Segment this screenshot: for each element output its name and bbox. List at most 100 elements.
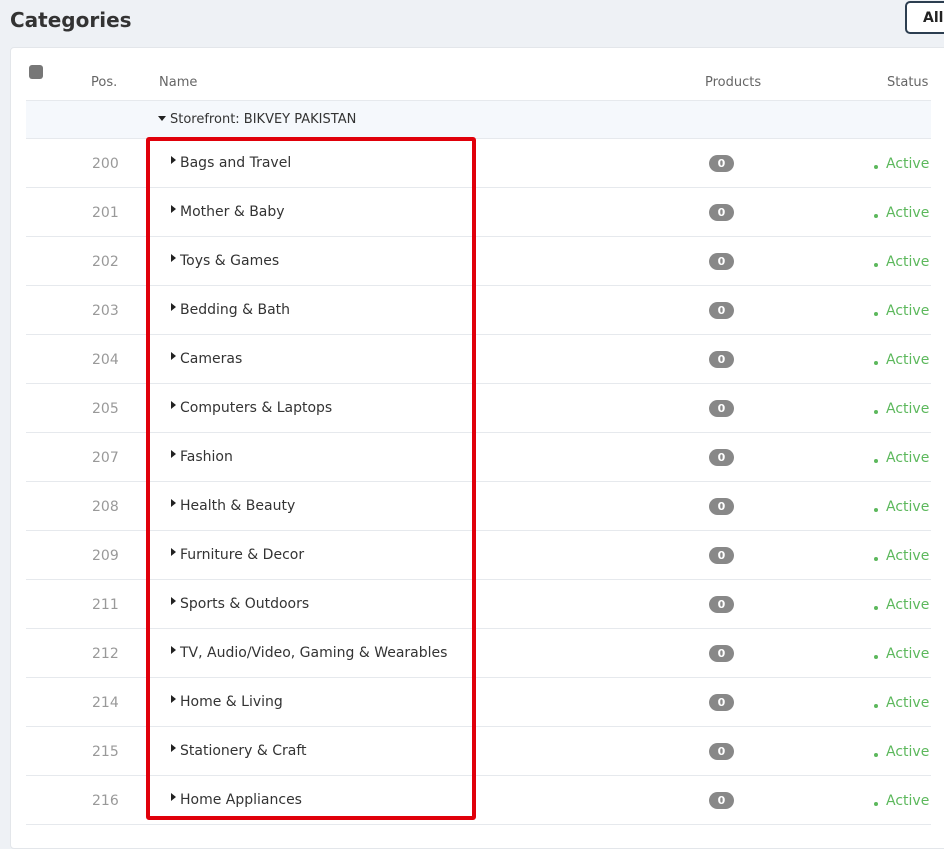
status-label[interactable]: Active (886, 303, 929, 319)
products-count-badge: 0 (709, 743, 734, 760)
categories-table: Pos. Name Products Status Storefront: BI… (26, 48, 931, 825)
status-label[interactable]: Active (886, 401, 929, 417)
category-name-link[interactable]: TV, Audio/Video, Gaming & Wearables (180, 645, 447, 661)
category-name-link[interactable]: Home Appliances (180, 792, 302, 808)
table-row[interactable]: 216 Home Appliances 0 Active (26, 776, 931, 825)
status-dot-icon (874, 410, 878, 414)
status-label[interactable]: Active (886, 450, 929, 466)
status-dot-icon (874, 214, 878, 218)
table-row[interactable]: 209 Furniture & Decor 0 Active (26, 531, 931, 580)
status-dot-icon (874, 508, 878, 512)
category-name-link[interactable]: Bedding & Bath (180, 302, 290, 318)
products-count-badge: 0 (709, 204, 734, 221)
category-name-link[interactable]: Toys & Games (180, 253, 279, 269)
table-row[interactable]: 212 TV, Audio/Video, Gaming & Wearables 0 A… (26, 629, 931, 678)
page-title: Categories (10, 8, 132, 32)
row-pos: 204 (92, 352, 119, 368)
products-count-badge: 0 (709, 351, 734, 368)
status-label[interactable]: Active (886, 695, 929, 711)
status-label[interactable]: Active (886, 548, 929, 564)
status-label[interactable]: Active (886, 205, 929, 221)
category-name-link[interactable]: Health & Beauty (180, 498, 295, 514)
table-row[interactable]: 205 Computers & Laptops 0 Active (26, 384, 931, 433)
caret-right-icon[interactable] (171, 744, 176, 752)
status-label[interactable]: Active (886, 744, 929, 760)
caret-right-icon[interactable] (171, 793, 176, 801)
category-name-link[interactable]: Sports & Outdoors (180, 596, 309, 612)
table-row[interactable]: 200 Bags and Travel 0 Active (26, 139, 931, 188)
caret-right-icon[interactable] (171, 303, 176, 311)
status-dot-icon (874, 263, 878, 267)
status-label[interactable]: Active (886, 156, 929, 172)
row-pos: 201 (92, 205, 119, 221)
categories-panel: Pos. Name Products Status Storefront: BI… (10, 47, 944, 849)
column-pos[interactable]: Pos. (91, 75, 117, 90)
column-name[interactable]: Name (159, 75, 197, 90)
status-dot-icon (874, 361, 878, 365)
caret-right-icon[interactable] (171, 401, 176, 409)
category-name-link[interactable]: Fashion (180, 449, 233, 465)
category-name-link[interactable]: Home & Living (180, 694, 283, 710)
table-row[interactable]: 201 Mother & Baby 0 Active (26, 188, 931, 237)
column-products[interactable]: Products (705, 75, 761, 90)
caret-right-icon[interactable] (171, 646, 176, 654)
status-label[interactable]: Active (886, 793, 929, 809)
products-count-badge: 0 (709, 694, 734, 711)
caret-right-icon[interactable] (171, 695, 176, 703)
row-pos: 207 (92, 450, 119, 466)
category-name-link[interactable]: Furniture & Decor (180, 547, 304, 563)
table-row[interactable]: 204 Cameras 0 Active (26, 335, 931, 384)
caret-right-icon[interactable] (171, 156, 176, 164)
category-name-link[interactable]: Computers & Laptops (180, 400, 332, 416)
storefront-label: Storefront: BIKVEY PAKISTAN (170, 112, 357, 127)
category-name-link[interactable]: Mother & Baby (180, 204, 285, 220)
status-label[interactable]: Active (886, 352, 929, 368)
table-row[interactable]: 214 Home & Living 0 Active (26, 678, 931, 727)
products-count-badge: 0 (709, 596, 734, 613)
caret-right-icon[interactable] (171, 499, 176, 507)
status-dot-icon (874, 704, 878, 708)
row-pos: 216 (92, 793, 119, 809)
products-count-badge: 0 (709, 449, 734, 466)
table-row[interactable]: 203 Bedding & Bath 0 Active (26, 286, 931, 335)
status-label[interactable]: Active (886, 254, 929, 270)
caret-right-icon[interactable] (171, 352, 176, 360)
row-pos: 200 (92, 156, 119, 172)
table-header: Pos. Name Products Status (26, 48, 931, 101)
products-count-badge: 0 (709, 792, 734, 809)
caret-right-icon[interactable] (171, 548, 176, 556)
products-count-badge: 0 (709, 155, 734, 172)
caret-right-icon[interactable] (171, 450, 176, 458)
status-label[interactable]: Active (886, 646, 929, 662)
status-dot-icon (874, 802, 878, 806)
status-dot-icon (874, 459, 878, 463)
storefront-row[interactable]: Storefront: BIKVEY PAKISTAN (26, 101, 931, 139)
category-name-link[interactable]: Cameras (180, 351, 242, 367)
category-name-link[interactable]: Bags and Travel (180, 155, 291, 171)
status-dot-icon (874, 165, 878, 169)
caret-right-icon[interactable] (171, 597, 176, 605)
status-label[interactable]: Active (886, 597, 929, 613)
category-name-link[interactable]: Stationery & Craft (180, 743, 307, 759)
status-dot-icon (874, 753, 878, 757)
table-row[interactable]: 202 Toys & Games 0 Active (26, 237, 931, 286)
status-dot-icon (874, 655, 878, 659)
products-count-badge: 0 (709, 645, 734, 662)
caret-right-icon[interactable] (171, 205, 176, 213)
row-pos: 202 (92, 254, 119, 270)
column-status[interactable]: Status (887, 75, 928, 90)
products-count-badge: 0 (709, 547, 734, 564)
all-button[interactable]: All (905, 1, 944, 34)
table-row[interactable]: 215 Stationery & Craft 0 Active (26, 727, 931, 776)
caret-down-icon[interactable] (158, 116, 166, 121)
caret-right-icon[interactable] (171, 254, 176, 262)
row-pos: 205 (92, 401, 119, 417)
table-row[interactable]: 211 Sports & Outdoors 0 Active (26, 580, 931, 629)
status-label[interactable]: Active (886, 499, 929, 515)
table-row[interactable]: 208 Health & Beauty 0 Active (26, 482, 931, 531)
status-dot-icon (874, 557, 878, 561)
products-count-badge: 0 (709, 253, 734, 270)
select-all-checkbox[interactable] (29, 65, 43, 79)
row-pos: 208 (92, 499, 119, 515)
table-row[interactable]: 207 Fashion 0 Active (26, 433, 931, 482)
